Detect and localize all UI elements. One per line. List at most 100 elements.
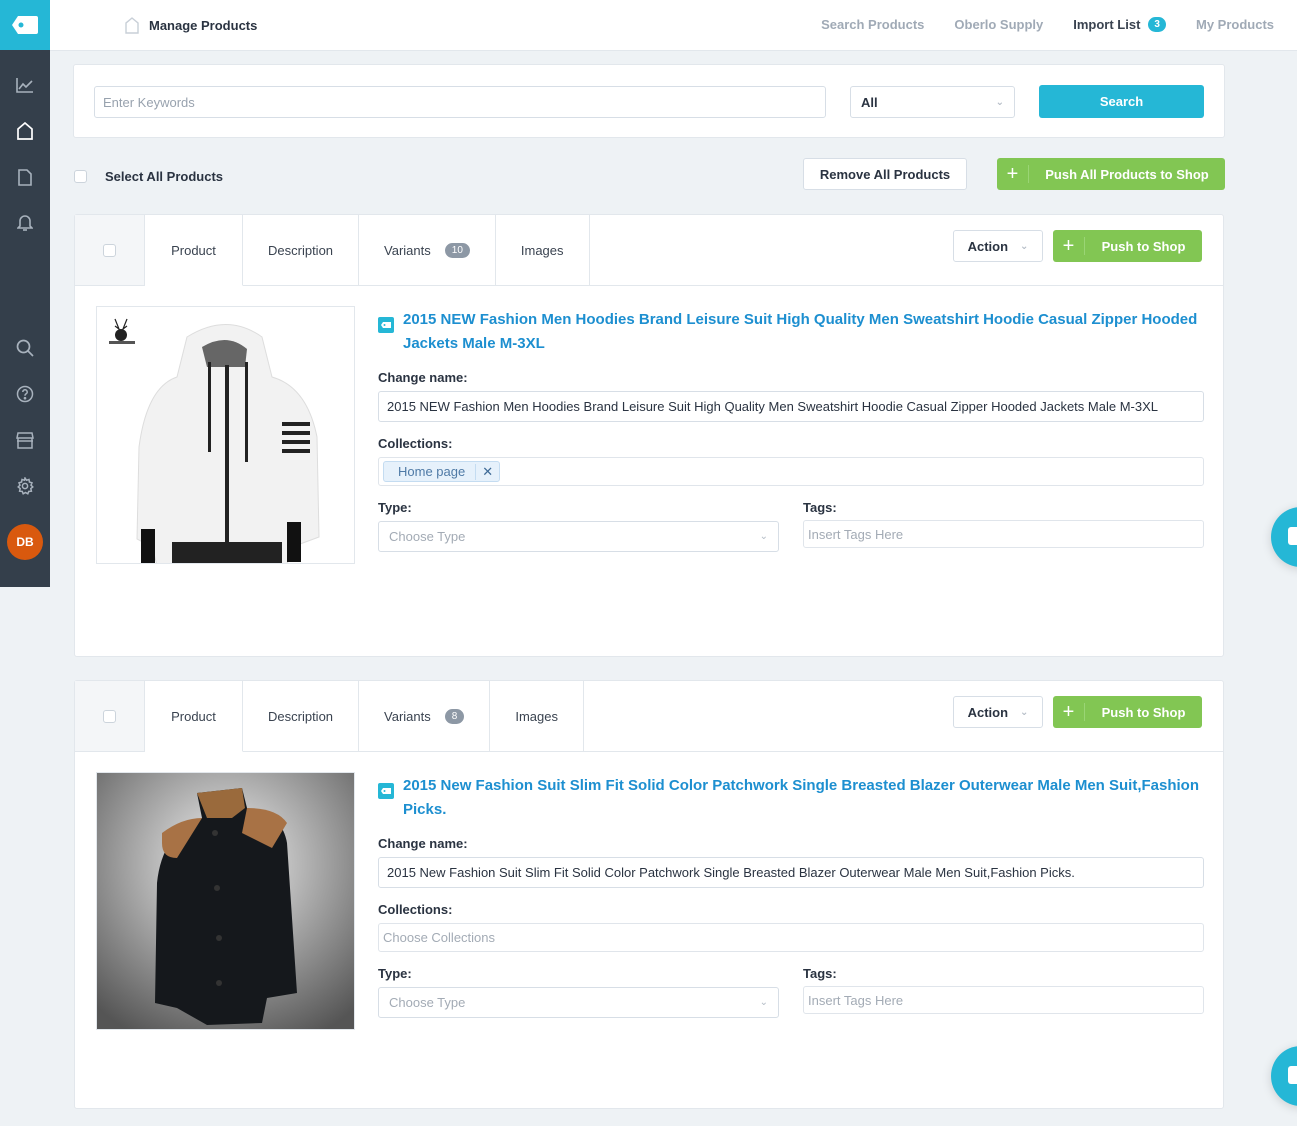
- type-select[interactable]: Choose Type ⌄: [378, 521, 779, 552]
- product-select-cell: [75, 681, 145, 751]
- plus-icon: +: [1053, 236, 1085, 256]
- filter-value: All: [861, 94, 878, 110]
- sidebar-item-settings[interactable]: [0, 471, 50, 501]
- gear-icon: [17, 477, 34, 495]
- product-title-link[interactable]: 2015 New Fashion Suit Slim Fit Solid Col…: [403, 774, 1204, 822]
- price-tag-icon: [12, 16, 38, 34]
- sidebar-item-orders[interactable]: [0, 162, 50, 192]
- filter-select[interactable]: All ⌄: [850, 86, 1015, 118]
- nav-search-products[interactable]: Search Products: [821, 17, 924, 32]
- sidebar-item-notifications[interactable]: [0, 208, 50, 238]
- tab-label: Images: [515, 708, 558, 724]
- product-image[interactable]: [96, 306, 355, 564]
- tab-description[interactable]: Description: [243, 681, 360, 751]
- keyword-input[interactable]: [94, 86, 826, 118]
- collections-input[interactable]: Choose Collections: [378, 923, 1204, 952]
- product-checkbox[interactable]: [103, 243, 116, 257]
- action-label: Action: [967, 704, 1009, 720]
- user-avatar[interactable]: DB: [7, 524, 43, 560]
- search-button[interactable]: Search: [1039, 85, 1204, 118]
- type-placeholder: Choose Type: [389, 995, 466, 1010]
- push-label: Push to Shop: [1101, 704, 1186, 720]
- chat-icon: [1288, 527, 1297, 545]
- select-all-label: Select All Products: [105, 169, 223, 184]
- line-chart-icon: [16, 78, 33, 93]
- white-hoodie-image: [97, 307, 354, 563]
- tab-images[interactable]: Images: [490, 681, 584, 751]
- change-name-input[interactable]: [378, 857, 1204, 888]
- aliexpress-tag-icon: [378, 783, 394, 799]
- nav-my-products[interactable]: My Products: [1196, 17, 1274, 32]
- sidebar-item-help[interactable]: [0, 379, 50, 409]
- aliexpress-tag-icon: [378, 317, 394, 333]
- search-icon: [16, 339, 34, 357]
- remove-all-button[interactable]: Remove All Products: [803, 158, 967, 190]
- tab-description[interactable]: Description: [243, 215, 360, 285]
- product-select-cell: [75, 215, 145, 285]
- plus-icon: +: [1053, 702, 1085, 722]
- chevron-down-icon: ⌄: [1020, 240, 1029, 252]
- tab-product[interactable]: Product: [145, 215, 243, 286]
- chevron-down-icon: ⌄: [1020, 706, 1029, 718]
- push-to-shop-button[interactable]: + Push to Shop: [1053, 230, 1202, 262]
- sidebar-item-analytics[interactable]: [0, 70, 50, 100]
- tab-product[interactable]: Product: [145, 681, 243, 752]
- type-label: Type:: [378, 500, 412, 515]
- sidebar: DB: [0, 0, 50, 587]
- nav-oberlo-supply[interactable]: Oberlo Supply: [954, 17, 1043, 32]
- push-all-button[interactable]: + Push All Products to Shop: [997, 158, 1225, 190]
- nav-import-list[interactable]: Import List 3: [1073, 17, 1166, 32]
- tab-label: Variants: [384, 708, 431, 724]
- chat-launcher[interactable]: [1271, 1046, 1297, 1106]
- plus-icon: +: [997, 164, 1029, 184]
- close-icon[interactable]: ✕: [475, 463, 499, 480]
- black-blazer-image: [97, 773, 354, 1029]
- change-name-label: Change name:: [378, 370, 468, 385]
- chat-icon: [1288, 1066, 1297, 1084]
- select-all-checkbox[interactable]: [74, 170, 87, 183]
- product-tabs: Product Description Variants 8 Images: [75, 681, 1223, 752]
- sidebar-item-products[interactable]: [0, 116, 50, 146]
- collection-chip-label: Home page: [398, 464, 466, 479]
- action-dropdown[interactable]: Action ⌄: [953, 230, 1043, 262]
- tab-variants[interactable]: Variants 8: [359, 681, 491, 751]
- tab-images[interactable]: Images: [496, 215, 590, 285]
- top-header: Manage Products Search Products Oberlo S…: [50, 0, 1297, 51]
- change-name-input[interactable]: [378, 391, 1204, 422]
- tab-label: Images: [520, 242, 564, 258]
- store-icon: [16, 431, 34, 449]
- bell-icon: [17, 215, 33, 231]
- collections-input[interactable]: Home page ✕: [378, 457, 1204, 486]
- type-placeholder: Choose Type: [389, 529, 466, 544]
- select-all-row: Select All Products: [74, 169, 223, 184]
- product-title-row: 2015 NEW Fashion Men Hoodies Brand Leisu…: [378, 308, 1204, 356]
- tab-label: Description: [268, 242, 334, 258]
- product-card: Product Description Variants 8 Images Act…: [74, 680, 1224, 1109]
- product-checkbox[interactable]: [103, 709, 116, 723]
- sidebar-item-search[interactable]: [0, 333, 50, 363]
- type-select[interactable]: Choose Type ⌄: [378, 987, 779, 1018]
- product-title-link[interactable]: 2015 NEW Fashion Men Hoodies Brand Leisu…: [403, 308, 1204, 356]
- chat-launcher[interactable]: [1271, 507, 1297, 567]
- product-tabs: Product Description Variants 10 Images: [75, 215, 1223, 286]
- tags-input[interactable]: [803, 986, 1204, 1014]
- type-tags-row: Type: Choose Type ⌄ Tags:: [378, 486, 1204, 552]
- tags-label: Tags:: [803, 966, 837, 981]
- push-to-shop-button[interactable]: + Push to Shop: [1053, 696, 1202, 728]
- product-image[interactable]: [96, 772, 355, 1030]
- product-details: 2015 NEW Fashion Men Hoodies Brand Leisu…: [378, 308, 1204, 552]
- tags-label: Tags:: [803, 500, 837, 515]
- tags-input[interactable]: [803, 520, 1204, 548]
- chevron-down-icon: ⌄: [995, 96, 1004, 108]
- app-logo[interactable]: [0, 0, 50, 50]
- action-dropdown[interactable]: Action ⌄: [953, 696, 1043, 728]
- sidebar-item-store[interactable]: [0, 425, 50, 455]
- tab-variants[interactable]: Variants 10: [359, 215, 496, 285]
- page-title: Manage Products: [149, 18, 258, 33]
- tab-label: Product: [171, 708, 216, 724]
- collection-chip: Home page ✕: [383, 461, 501, 482]
- top-nav: Search Products Oberlo Supply Import Lis…: [821, 17, 1274, 32]
- chevron-down-icon: ⌄: [759, 531, 768, 542]
- collections-label: Collections:: [378, 902, 453, 917]
- push-all-label: Push All Products to Shop: [1045, 166, 1209, 182]
